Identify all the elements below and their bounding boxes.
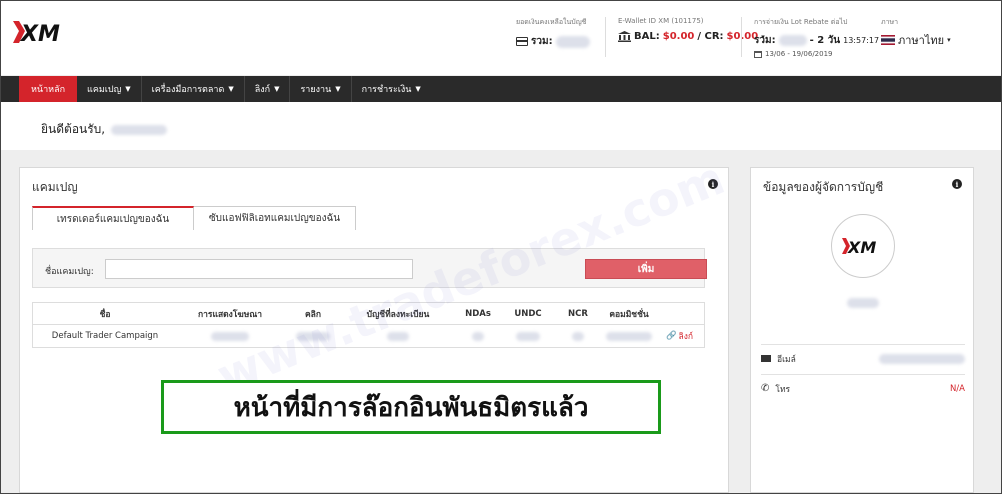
campaign-name-input[interactable] bbox=[105, 259, 413, 279]
col-undc[interactable]: UNDC bbox=[503, 309, 553, 319]
campaign-panel: แคมเปญ i เทรดเดอร์แคมเปญของฉัน ซับแอฟฟิล… bbox=[19, 167, 729, 493]
xm-logo: XM bbox=[842, 238, 876, 257]
nav-item-label: เครื่องมือการตลาด bbox=[151, 85, 225, 95]
campaign-filter: ชื่อแคมเปญ: เพิ่ม bbox=[32, 248, 707, 288]
thai-flag-icon bbox=[881, 35, 895, 45]
col-ndas[interactable]: NDAs bbox=[453, 309, 503, 319]
nav-item-campaigns[interactable]: แคมเปญ ▼ bbox=[77, 76, 142, 102]
ncr-redacted bbox=[572, 331, 584, 341]
table-header: ชื่อ การแสดงโฆษณา คลิก บัญชีที่ลงทะเบียน… bbox=[33, 303, 704, 325]
commission-redacted bbox=[606, 331, 652, 341]
phone-icon: ✆ bbox=[761, 383, 770, 394]
clicks-redacted bbox=[296, 331, 330, 341]
rebate-value-redacted bbox=[778, 35, 807, 46]
ewallet-bal-label: BAL: bbox=[634, 31, 660, 42]
rebate-label: รวม: bbox=[754, 35, 776, 46]
rebate-countdown: - 2 วัน bbox=[809, 35, 841, 46]
campaign-name-label: ชื่อแคมเปญ: bbox=[45, 267, 94, 277]
account-balance: ยอดเงินคงเหลือในบัญชี รวม: bbox=[516, 17, 590, 49]
header-divider bbox=[741, 17, 742, 57]
nav-item-label: หน้าหลัก bbox=[31, 85, 66, 95]
campaign-table: ชื่อ การแสดงโฆษณา คลิก บัญชีที่ลงทะเบียน… bbox=[32, 302, 705, 348]
add-button[interactable]: เพิ่ม bbox=[585, 259, 707, 279]
info-icon[interactable]: i bbox=[708, 179, 718, 189]
ewallet-cr-label: / CR: bbox=[697, 31, 724, 42]
tab-my-sub-affiliate-campaigns[interactable]: ซับแอฟฟิลิเอทแคมเปญของฉัน bbox=[194, 206, 356, 230]
welcome-text: ยินดีต้อนรับ, bbox=[41, 122, 106, 136]
manager-name-redacted bbox=[847, 298, 879, 308]
chevron-down-icon: ▼ bbox=[125, 85, 131, 93]
col-registered-accounts[interactable]: บัญชีที่ลงทะเบียน bbox=[343, 307, 453, 321]
card-icon bbox=[516, 37, 528, 46]
col-impressions[interactable]: การแสดงโฆษณา bbox=[177, 307, 283, 321]
account-id-redacted bbox=[111, 124, 168, 135]
info-icon[interactable]: i bbox=[952, 179, 962, 189]
balance-caption: ยอดเงินคงเหลือในบัญชี bbox=[516, 18, 587, 26]
main-nav: หน้าหลัก แคมเปญ ▼ เครื่องมือการตลาด ▼ ลิงก… bbox=[1, 76, 1001, 102]
nav-item-label: ลิงก์ bbox=[254, 85, 271, 95]
svg-text:XM: XM bbox=[847, 238, 876, 257]
ewallet-block[interactable]: E-Wallet ID XM (101175) BAL: $0.00 / CR:… bbox=[618, 17, 765, 42]
manager-phone-row: ✆ โทร N/A bbox=[761, 374, 965, 402]
col-clicks[interactable]: คลิก bbox=[283, 307, 343, 321]
rebate-block: การจ่ายเงิน Lot Rebate ต่อไป รวม: - 2 วั… bbox=[754, 17, 879, 58]
nav-item-links[interactable]: ลิงก์ ▼ bbox=[245, 76, 291, 102]
table-row[interactable]: Default Trader Campaign 🔗 ลิงก์ bbox=[33, 325, 704, 347]
panel-title: ข้อมูลของผู้จัดการบัญชี bbox=[763, 180, 884, 194]
header-divider bbox=[605, 17, 606, 57]
phone-value: N/A bbox=[949, 383, 965, 394]
registered-redacted bbox=[387, 331, 409, 341]
nav-item-label: รายงาน bbox=[300, 85, 332, 95]
nav-item-home[interactable]: หน้าหลัก bbox=[19, 76, 78, 102]
email-redacted[interactable] bbox=[879, 353, 965, 364]
undc-redacted bbox=[516, 331, 540, 341]
language-value: ภาษาไทย bbox=[898, 34, 945, 47]
welcome-bar: ยินดีต้อนรับ, bbox=[1, 102, 1001, 150]
nav-item-label: แคมเปญ bbox=[87, 85, 122, 95]
ewallet-caption: E-Wallet ID XM (101175) bbox=[618, 17, 704, 25]
chevron-down-icon: ▼ bbox=[335, 85, 341, 93]
rebate-caption: การจ่ายเงิน Lot Rebate ต่อไป bbox=[754, 18, 848, 26]
tab-my-trader-campaigns[interactable]: เทรดเดอร์แคมเปญของฉัน bbox=[32, 206, 194, 230]
nav-item-label: การชำระเงิน bbox=[361, 85, 412, 95]
mail-icon bbox=[761, 355, 771, 362]
chevron-down-icon: ▼ bbox=[228, 85, 234, 93]
rebate-range: 13/06 - 19/06/2019 bbox=[765, 50, 833, 58]
language-selector[interactable]: ภาษา ภาษาไทย ▾ bbox=[881, 17, 951, 49]
campaign-name: Default Trader Campaign bbox=[51, 331, 159, 341]
caret-down-icon: ▾ bbox=[947, 36, 951, 44]
logged-in-banner: หน้าที่มีการล๊อกอินพันธมิตรแล้ว bbox=[161, 380, 661, 434]
bank-icon bbox=[618, 31, 631, 42]
ewallet-bal-value: $0.00 bbox=[662, 31, 695, 42]
rebate-time: 13:57:17 bbox=[843, 36, 880, 45]
phone-label: โทร bbox=[775, 384, 791, 395]
nav-item-marketing-tools[interactable]: เครื่องมือการตลาด ▼ bbox=[142, 76, 245, 102]
language-caption: ภาษา bbox=[881, 18, 899, 26]
top-header: XM ยอดเงินคงเหลือในบัญชี รวม: E-Wallet I… bbox=[1, 1, 1001, 75]
balance-label: รวม: bbox=[531, 36, 553, 47]
link-icon: 🔗 bbox=[665, 331, 677, 341]
ndas-redacted bbox=[472, 331, 484, 341]
account-manager-panel: ข้อมูลของผู้จัดการบัญชี i XM อีเมล์ ✆ โท… bbox=[750, 167, 974, 493]
col-name[interactable]: ชื่อ bbox=[33, 307, 177, 321]
col-ncr[interactable]: NCR bbox=[553, 309, 603, 319]
col-commission[interactable]: คอมมิชชั่น bbox=[603, 307, 655, 321]
calendar-icon bbox=[754, 50, 762, 58]
panel-title: แคมเปญ bbox=[32, 180, 78, 194]
manager-email-row: อีเมล์ bbox=[761, 344, 965, 372]
xm-logo[interactable]: XM bbox=[11, 17, 73, 47]
manager-avatar: XM bbox=[831, 214, 895, 278]
campaign-link[interactable]: 🔗 ลิงก์ bbox=[655, 329, 704, 343]
email-label: อีเมล์ bbox=[777, 354, 796, 365]
nav-item-payments[interactable]: การชำระเงิน ▼ bbox=[352, 76, 431, 102]
balance-value-redacted bbox=[555, 35, 590, 48]
svg-text:XM: XM bbox=[19, 22, 60, 47]
nav-item-reports[interactable]: รายงาน ▼ bbox=[290, 76, 352, 102]
chevron-down-icon: ▼ bbox=[274, 85, 280, 93]
impressions-redacted bbox=[211, 331, 249, 341]
link-label: ลิงก์ bbox=[678, 332, 694, 342]
chevron-down-icon: ▼ bbox=[415, 85, 421, 93]
